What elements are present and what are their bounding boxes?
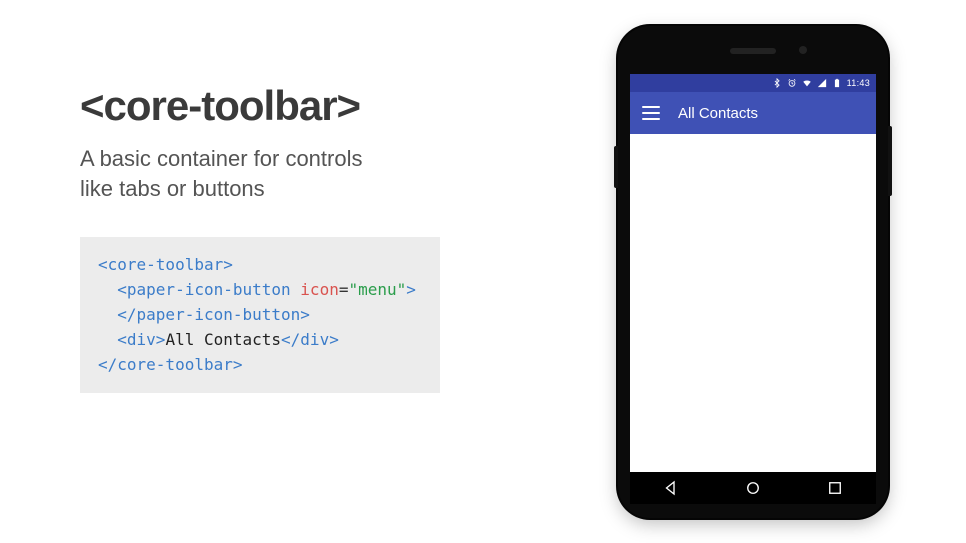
code-tag: <div> xyxy=(98,330,165,349)
phone-mock: 11:43 All Contacts xyxy=(618,26,888,518)
core-toolbar: All Contacts xyxy=(630,92,876,134)
home-icon[interactable] xyxy=(744,479,762,497)
phone-frame: 11:43 All Contacts xyxy=(618,26,888,518)
subtitle: A basic container for controls like tabs… xyxy=(80,144,480,203)
android-status-bar: 11:43 xyxy=(630,74,876,92)
code-tag: <paper-icon-button xyxy=(98,280,291,299)
subtitle-line-1: A basic container for controls xyxy=(80,146,362,171)
menu-icon[interactable] xyxy=(642,106,660,120)
signal-icon xyxy=(817,78,827,88)
code-attr: icon xyxy=(300,280,339,299)
code-tag: </paper-icon-button> xyxy=(98,305,310,324)
bluetooth-icon xyxy=(772,78,782,88)
code-space xyxy=(291,280,301,299)
app-content-area xyxy=(630,134,876,472)
subtitle-line-2: like tabs or buttons xyxy=(80,176,265,201)
android-nav-bar xyxy=(630,472,876,504)
code-tag: <core-toolbar> xyxy=(98,255,233,274)
recent-apps-icon[interactable] xyxy=(826,479,844,497)
battery-icon xyxy=(832,78,842,88)
code-block: <core-toolbar> <paper-icon-button icon="… xyxy=(80,237,440,393)
code-val: "menu" xyxy=(348,280,406,299)
phone-screen: 11:43 All Contacts xyxy=(630,74,876,472)
code-tag: </core-toolbar> xyxy=(98,355,243,374)
toolbar-title: All Contacts xyxy=(678,105,758,122)
alarm-icon xyxy=(787,78,797,88)
code-text: All Contacts xyxy=(165,330,281,349)
slide: <core-toolbar> A basic container for con… xyxy=(0,0,966,543)
status-clock: 11:43 xyxy=(847,78,870,88)
code-tag: > xyxy=(406,280,416,299)
earpiece xyxy=(730,48,776,54)
back-icon[interactable] xyxy=(662,479,680,497)
left-column: <core-toolbar> A basic container for con… xyxy=(80,82,480,393)
front-camera xyxy=(799,46,807,54)
wifi-icon xyxy=(802,78,812,88)
code-tag: </div> xyxy=(281,330,339,349)
heading: <core-toolbar> xyxy=(80,82,480,130)
